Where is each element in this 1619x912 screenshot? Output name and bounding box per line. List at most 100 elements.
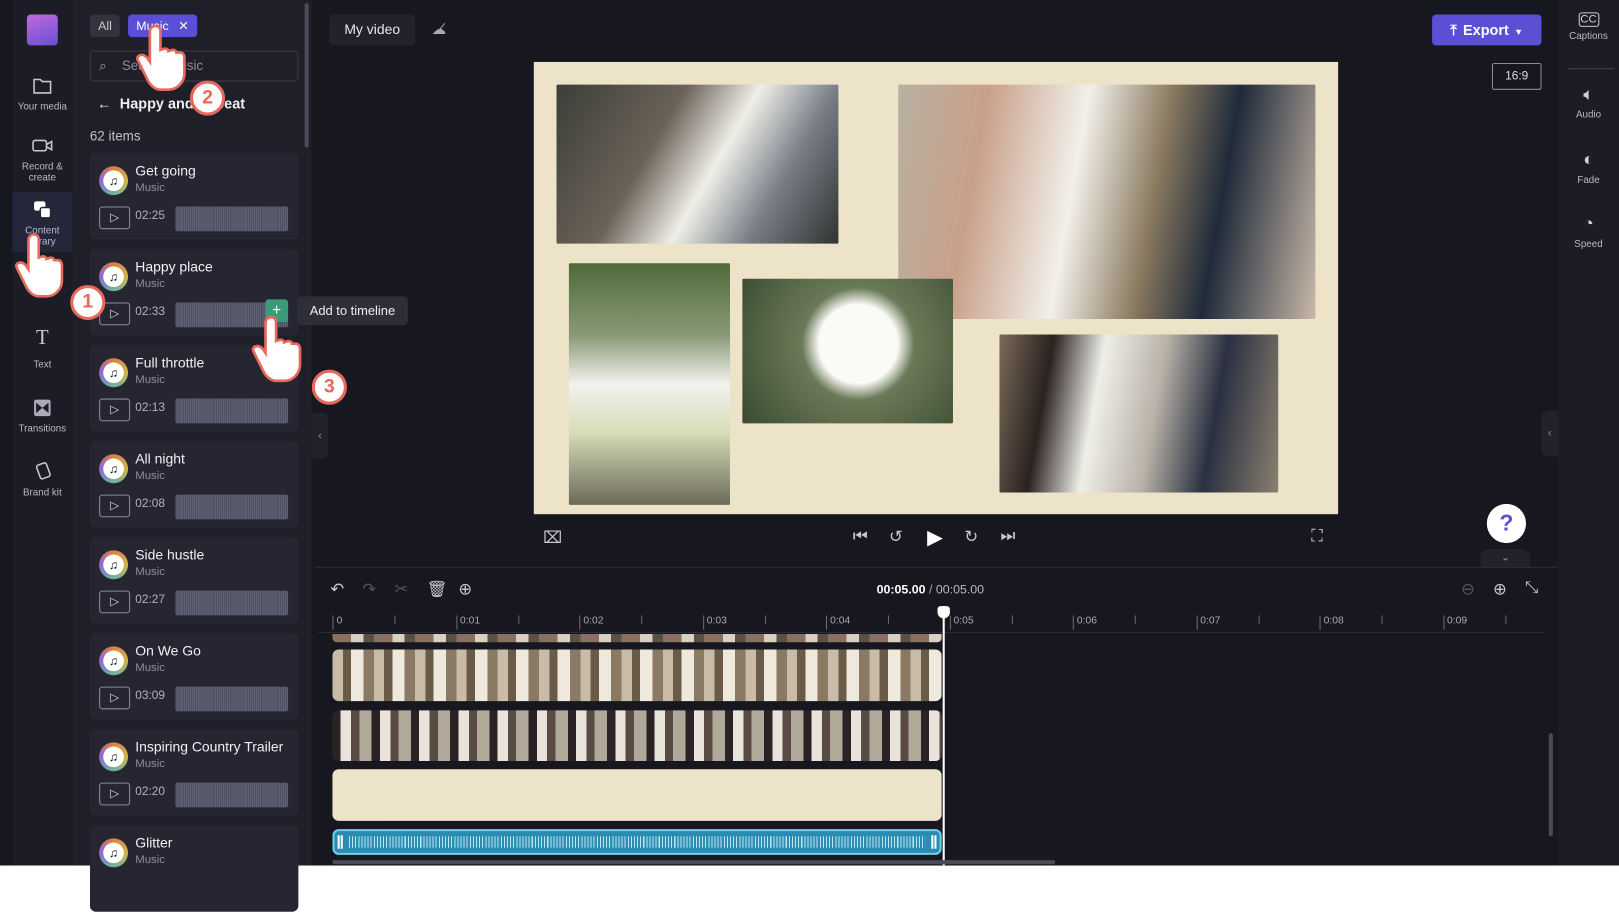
chevron-down-icon: ▼ (1513, 26, 1524, 38)
item-count: 62 items (89, 128, 141, 144)
music-track-card[interactable]: ♫ Glitter Music (89, 824, 299, 912)
track-title: Full throttle (135, 355, 205, 371)
ruler-minor-tick (1504, 615, 1506, 624)
app-logo (26, 14, 58, 46)
pointer-hand-icon (14, 233, 64, 298)
camera-icon (32, 139, 53, 152)
music-track-card[interactable]: ♫ On We Go Music ▷ 03:09 (89, 632, 299, 720)
play-preview-button[interactable]: ▷ (99, 782, 131, 806)
property-rail (1558, 0, 1619, 866)
track-waveform (175, 398, 289, 424)
track-duration: 02:27 (135, 593, 165, 607)
skip-to-start-icon[interactable]: ⏮ (853, 528, 868, 547)
rail-your-media[interactable]: Your media (12, 74, 72, 113)
rail-transitions[interactable]: Transitions (12, 396, 72, 435)
ruler-minor-tick (641, 615, 643, 624)
ruler-tick-label: 0:01 (455, 615, 480, 630)
track-duration: 02:20 (135, 785, 165, 799)
background-clip[interactable] (332, 769, 942, 821)
collapse-timeline-button[interactable]: ⌄ (1480, 549, 1531, 568)
skip-to-end-icon[interactable]: ⏭ (1000, 528, 1015, 547)
play-preview-button[interactable]: ▷ (99, 686, 131, 710)
video-clip-track-2[interactable] (332, 649, 942, 702)
collapse-right-panel-handle[interactable]: ‹ (1541, 410, 1559, 457)
trim-handle-left[interactable] (337, 835, 343, 849)
ruler-tick-label: 0 (332, 615, 342, 630)
timeline-horizontal-scrollbar[interactable] (332, 860, 1056, 865)
collapse-panel-handle[interactable]: ‹ (311, 413, 329, 459)
redo-icon: ↷ (362, 581, 377, 599)
timeline-vertical-scrollbar[interactable] (1548, 733, 1553, 837)
upload-icon: ⤒ (1450, 21, 1457, 39)
rail-label: Speed (1574, 238, 1603, 250)
track-duration: 02:25 (135, 209, 165, 222)
undo-icon[interactable]: ↶ (330, 579, 344, 600)
video-preview-canvas[interactable] (533, 61, 1339, 515)
aspect-ratio-button[interactable]: 16:9 (1491, 62, 1542, 90)
track-waveform (175, 782, 289, 808)
rail-fade[interactable]: ◐ Fade (1558, 150, 1619, 186)
cloud-off-icon: ☁̸ (431, 20, 447, 38)
music-track-card[interactable]: ♫ Get going Music ▷ 02:25 (89, 152, 299, 240)
scissors-icon: ✂ (394, 581, 409, 599)
fit-timeline-icon[interactable]: ⤡ (1525, 579, 1538, 598)
play-preview-button[interactable]: ▷ (99, 206, 131, 230)
ruler-minor-tick (394, 615, 396, 624)
music-track-card[interactable]: ♫ Side hustle Music ▷ 02:27 (89, 536, 299, 624)
camera-off-icon[interactable]: ⌧ (543, 528, 562, 549)
ruler-tick-label: 0:02 (579, 615, 603, 630)
arrow-left-icon: ← (97, 94, 112, 112)
rail-speed[interactable]: ◔ Speed (1558, 214, 1619, 250)
music-track-card[interactable]: ♫ All night Music ▷ 02:08 (89, 440, 299, 528)
pointer-hand-icon (251, 315, 302, 383)
rail-audio[interactable]: 🔈︎ Audio (1558, 85, 1619, 121)
brand-kit-icon (35, 462, 51, 480)
music-track-card[interactable]: ♫ Inspiring Country Trailer Music ▷ 02:20 (89, 728, 299, 816)
ruler-tick-label: 0:07 (1196, 615, 1220, 630)
rail-label: Audio (1575, 109, 1602, 121)
playhead[interactable] (942, 606, 945, 866)
filter-all-chip[interactable]: All (89, 14, 121, 38)
music-note-icon: ♫ (99, 454, 129, 484)
transitions-icon (34, 399, 51, 417)
trim-handle-right[interactable] (931, 835, 937, 849)
playhead-handle[interactable] (937, 606, 950, 619)
track-duration: 02:08 (135, 497, 165, 511)
play-preview-button[interactable]: ▷ (99, 494, 131, 518)
add-media-icon[interactable]: ⊕ (458, 579, 472, 600)
rail-brand-kit[interactable]: Brand kit (12, 460, 72, 499)
music-note-icon: ♫ (99, 838, 129, 868)
captions-icon: CC (1578, 12, 1599, 27)
audio-clip[interactable] (332, 829, 942, 855)
track-type: Music (135, 469, 165, 483)
track-title: Get going (135, 163, 196, 179)
rail-label: Fade (1577, 174, 1600, 186)
help-button[interactable]: ? (1486, 503, 1527, 544)
video-clip-track-1[interactable] (332, 633, 942, 643)
play-preview-button[interactable]: ▷ (99, 590, 131, 614)
ruler-minor-tick (1381, 615, 1383, 624)
export-button[interactable]: ⤒ Export ▼ (1432, 14, 1542, 46)
step-2-badge: 2 (189, 80, 226, 116)
rail-captions[interactable]: CC Captions (1558, 12, 1619, 42)
forward-5-icon[interactable]: ↻ (964, 527, 978, 548)
video-clip-track-3[interactable] (332, 710, 942, 761)
rewind-5-icon[interactable]: ↺ (889, 527, 903, 548)
rail-text[interactable]: T Text (12, 327, 72, 370)
zoom-in-icon[interactable]: ⊕ (1493, 579, 1507, 600)
pointer-hand-icon (136, 24, 186, 92)
track-title: Happy place (135, 259, 213, 275)
panel-scrollbar[interactable] (304, 3, 309, 148)
ruler-minor-tick (887, 615, 889, 624)
project-title-button[interactable]: My video (329, 14, 416, 46)
total-time: 00:05.00 (935, 582, 985, 597)
track-type: Music (135, 757, 165, 771)
fullscreen-icon[interactable]: ⛶ (1311, 528, 1323, 547)
track-waveform (175, 686, 289, 712)
delete-icon[interactable]: 🗑︎ (426, 579, 447, 600)
rail-record-create[interactable]: Record & create (12, 134, 72, 184)
play-preview-button[interactable]: ▷ (99, 398, 131, 422)
track-title: Inspiring Country Trailer (135, 739, 284, 755)
play-icon[interactable]: ▶ (927, 525, 943, 551)
rail-label: Record & create (21, 161, 63, 184)
